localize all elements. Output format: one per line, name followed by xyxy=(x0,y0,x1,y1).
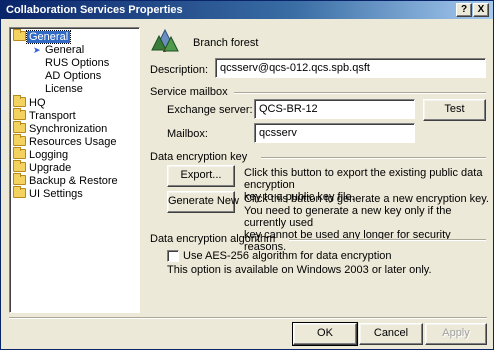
tree-item-label: RUS Options xyxy=(45,57,110,69)
close-button[interactable]: X xyxy=(473,3,489,17)
folder-icon xyxy=(13,160,26,172)
tree-item-label: UI Settings xyxy=(29,188,83,200)
folder-icon xyxy=(13,186,26,198)
description-field[interactable]: qcsserv@qcs-012.qcs.spb.qsft xyxy=(215,58,486,78)
encryption-algorithm-heading: Data encryption algorithm xyxy=(150,233,276,245)
mailbox-label: Mailbox: xyxy=(167,128,208,140)
ok-button[interactable]: OK xyxy=(292,322,358,346)
mailbox-field[interactable]: qcsserv xyxy=(254,123,415,143)
section-divider xyxy=(261,157,486,159)
generate-description-line: Click this button to generate a new encr… xyxy=(244,193,489,205)
export-description-line: Click this button to export the existing… xyxy=(244,167,483,191)
properties-dialog: Collaboration Services Properties ? X Ge… xyxy=(0,0,494,350)
tree-item-label: Synchronization xyxy=(29,123,108,135)
exchange-server-field[interactable]: QCS-BR-12 xyxy=(254,99,415,119)
tree-item-synchronization[interactable]: Synchronization xyxy=(13,121,108,136)
tree-item-general[interactable]: General xyxy=(13,29,72,44)
title-bar[interactable]: Collaboration Services Properties ? X xyxy=(1,1,493,19)
tree-item-label: General xyxy=(45,44,85,56)
tree-item-ad-options[interactable]: AD Options xyxy=(45,70,101,83)
tree-item-resources-usage[interactable]: Resources Usage xyxy=(13,134,117,149)
tree-item-label: Backup & Restore xyxy=(29,175,118,187)
folder-open-icon xyxy=(13,29,26,41)
tree-item-transport[interactable]: Transport xyxy=(13,108,76,123)
section-divider xyxy=(234,92,486,94)
arrow-icon: ➤ xyxy=(33,45,41,55)
export-button[interactable]: Export... xyxy=(167,165,235,187)
folder-icon xyxy=(13,108,26,120)
encryption-key-heading: Data encryption key xyxy=(150,151,248,163)
object-name: Branch forest xyxy=(193,37,259,49)
generate-description-line: You need to generate a new key only if t… xyxy=(244,205,452,229)
tree-item-label: Logging xyxy=(29,149,69,161)
tree-item-ui-settings[interactable]: UI Settings xyxy=(13,186,83,201)
tree-item-label: Resources Usage xyxy=(29,136,117,148)
tree-item-general-sub[interactable]: ➤ General xyxy=(33,44,85,57)
tree-item-label: General xyxy=(25,30,72,44)
tree-item-logging[interactable]: Logging xyxy=(13,147,69,162)
description-label: Description: xyxy=(150,64,209,76)
folder-icon xyxy=(13,147,26,159)
folder-icon xyxy=(13,134,26,146)
generate-new-button[interactable]: Generate New xyxy=(167,191,239,213)
footer-divider xyxy=(9,317,487,319)
generate-description: Click this button to generate a new encr… xyxy=(244,193,493,253)
test-button[interactable]: Test xyxy=(423,99,486,121)
tree-item-label: HQ xyxy=(29,97,46,109)
folder-icon xyxy=(13,95,26,107)
tree-item-rus-options[interactable]: RUS Options xyxy=(45,57,109,70)
aes-checkbox-label[interactable]: Use AES-256 algorithm for data encryptio… xyxy=(183,250,392,262)
tree-item-label: AD Options xyxy=(45,70,102,82)
service-mailbox-heading: Service mailbox xyxy=(150,86,228,98)
window-title: Collaboration Services Properties xyxy=(6,4,183,16)
apply-button[interactable]: Apply xyxy=(425,323,487,345)
tree-item-license[interactable]: License xyxy=(45,83,83,96)
navigation-tree[interactable]: General ➤ General RUS Options AD Options… xyxy=(9,27,140,313)
folder-icon xyxy=(13,121,26,133)
tree-item-upgrade[interactable]: Upgrade xyxy=(13,160,72,175)
tree-item-label: Transport xyxy=(29,110,76,122)
aes-note: This option is available on Windows 2003… xyxy=(167,264,432,276)
tree-item-label: License xyxy=(45,83,83,95)
section-divider xyxy=(289,239,486,241)
aes-checkbox[interactable] xyxy=(167,250,179,262)
help-button[interactable]: ? xyxy=(456,3,472,17)
folder-icon xyxy=(13,173,26,185)
tree-item-label: Upgrade xyxy=(29,162,72,174)
forest-icon xyxy=(151,28,179,54)
tree-item-backup-restore[interactable]: Backup & Restore xyxy=(13,173,118,188)
cancel-button[interactable]: Cancel xyxy=(359,323,423,345)
exchange-server-label: Exchange server: xyxy=(167,104,253,116)
